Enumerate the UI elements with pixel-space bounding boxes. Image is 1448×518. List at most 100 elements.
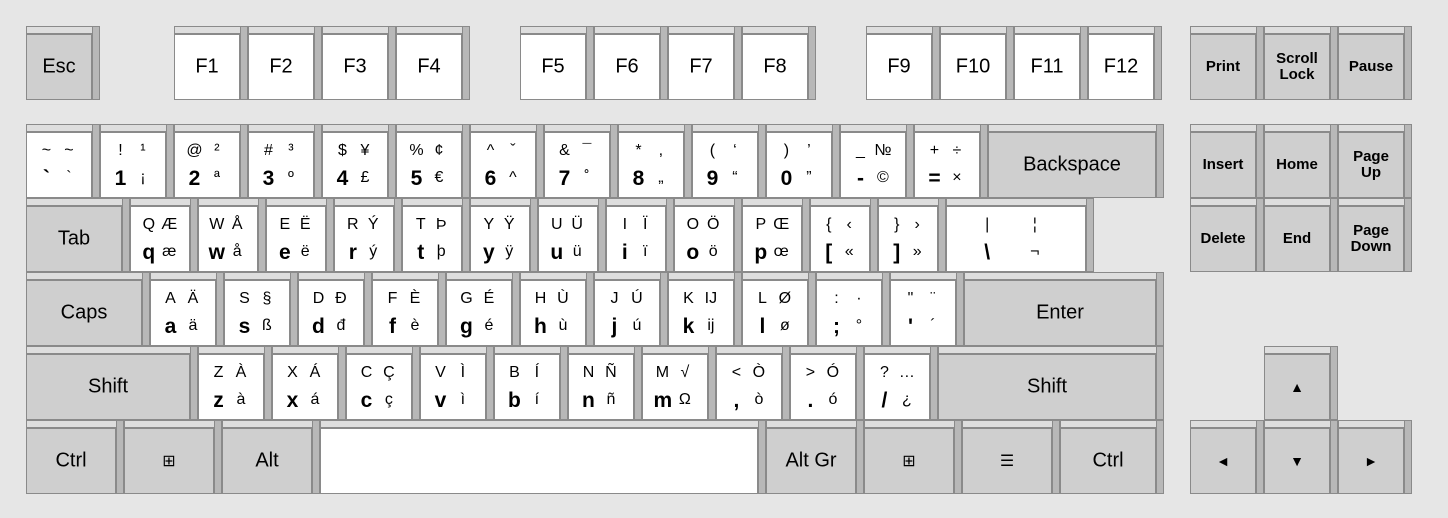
number-row-key[interactable]: _ № - © (840, 124, 914, 198)
base-char: . (807, 389, 814, 412)
f10-key[interactable]: F10 (940, 26, 1014, 100)
f8-key[interactable]: F8 (742, 26, 816, 100)
menu-key[interactable]: ☰ (962, 420, 1060, 494)
space-key[interactable] (320, 420, 766, 494)
number-row-key[interactable]: (‘ 9 “ (692, 124, 766, 198)
shift-row-key[interactable]: BÍbí (494, 346, 568, 420)
home-row-key[interactable]: S § s ß (224, 272, 298, 346)
number-row-key[interactable]: % ¢ 5 € (396, 124, 470, 198)
qwerty-row-key[interactable]: WÅwå (198, 198, 266, 272)
home-row-key[interactable]: JÚjú (594, 272, 668, 346)
delete-key[interactable]: Delete (1190, 198, 1264, 272)
qwerty-row-key[interactable]: UÜuü (538, 198, 606, 272)
number-row-key[interactable]: $ ¥4 £ (322, 124, 396, 198)
arrow-right-key[interactable]: ► (1338, 420, 1412, 494)
shift-row-key[interactable]: < Ò, ò (716, 346, 790, 420)
qwerty-row-key[interactable]: IÏiï (606, 198, 674, 272)
shift-char: H (534, 290, 547, 307)
enter-label: Enter (1036, 301, 1084, 324)
f6-key[interactable]: F6 (594, 26, 668, 100)
scroll-lock-key[interactable]: Scroll Lock (1264, 26, 1338, 100)
page-down-key[interactable]: Page Down (1338, 198, 1412, 272)
qwerty-row-key[interactable]: PŒpœ (742, 198, 810, 272)
f9-key[interactable]: F9 (866, 26, 940, 100)
altgr-shift-char: Ý (367, 216, 379, 233)
number-row-key[interactable]: # ³ 3 º (248, 124, 322, 198)
page-up-key[interactable]: Page Up (1338, 124, 1412, 198)
number-row-key[interactable]: + ÷ = × (914, 124, 988, 198)
qwerty-row-key[interactable]: EËeë (266, 198, 334, 272)
shift-row-key[interactable]: ? … / ¿ (864, 346, 938, 420)
shift-char: ? (880, 364, 889, 381)
base-char: 2 (188, 167, 201, 190)
arrow-up-key[interactable]: ▲ (1264, 346, 1338, 420)
home-row-key[interactable]: HÙhù (520, 272, 594, 346)
alt-gr-key[interactable]: Alt Gr (766, 420, 864, 494)
enter-key[interactable]: Enter (964, 272, 1164, 346)
arrow-left-key[interactable]: ◄ (1190, 420, 1264, 494)
left-ctrl-key[interactable]: Ctrl (26, 420, 124, 494)
qwerty-row-key[interactable]: RÝrý (334, 198, 402, 272)
backspace-key[interactable]: Backspace (988, 124, 1164, 198)
f12-key[interactable]: F12 (1088, 26, 1162, 100)
right-ctrl-key[interactable]: Ctrl (1060, 420, 1164, 494)
pause-key[interactable]: Pause (1338, 26, 1412, 100)
altgr-shift-char: Đ (335, 290, 347, 307)
shift-row-key[interactable]: M √ m Ω (642, 346, 716, 420)
qwerty-row-key[interactable]: | ¦ \ ¬ (946, 198, 1094, 272)
f4-key[interactable]: F4 (396, 26, 470, 100)
shift-row-key[interactable]: VÌvì (420, 346, 494, 420)
f3-key[interactable]: F3 (322, 26, 396, 100)
insert-key[interactable]: Insert (1190, 124, 1264, 198)
qwerty-row-key[interactable]: {‹ [« (810, 198, 878, 272)
home-row-key[interactable]: : ·; ° (816, 272, 890, 346)
shift-row-key[interactable]: NÑnñ (568, 346, 642, 420)
tab-key[interactable]: Tab (26, 198, 130, 272)
qwerty-row-key[interactable]: TÞtþ (402, 198, 470, 272)
base-char: x (286, 389, 299, 412)
altgr-shift-char: Ç (383, 364, 395, 381)
home-key[interactable]: Home (1264, 124, 1338, 198)
f11-key[interactable]: F11 (1014, 26, 1088, 100)
number-row-key[interactable]: *, 8 „ (618, 124, 692, 198)
esc-key[interactable]: Esc (26, 26, 100, 100)
f1-key[interactable]: F1 (174, 26, 248, 100)
arrow-down-key[interactable]: ▼ (1264, 420, 1338, 494)
altgr-char: « (844, 243, 854, 260)
caps-key[interactable]: Caps (26, 272, 150, 346)
number-row-key[interactable]: ) ’ 0 ” (766, 124, 840, 198)
qwerty-row-key[interactable]: QÆqæ (130, 198, 198, 272)
altgr-char: £ (360, 169, 370, 186)
number-row-key[interactable]: ! ¹ 1 ¡ (100, 124, 174, 198)
home-row-key[interactable]: FÈfè (372, 272, 446, 346)
home-row-key[interactable]: GÉgé (446, 272, 520, 346)
base-char: d (312, 315, 325, 338)
qwerty-row-key[interactable]: OÖoö (674, 198, 742, 272)
left-windows-key[interactable]: ⊞ (124, 420, 222, 494)
f7-key[interactable]: F7 (668, 26, 742, 100)
number-row-key[interactable]: & ¯ 7 ˚ (544, 124, 618, 198)
home-row-key[interactable]: " ¨ ' ´ (890, 272, 964, 346)
qwerty-row-key[interactable]: } ›] » (878, 198, 946, 272)
shift-row-key[interactable]: ZÀzà (198, 346, 272, 420)
home-row-key[interactable]: K IJ k ij (668, 272, 742, 346)
left-shift-key[interactable]: Shift (26, 346, 198, 420)
shift-row-key[interactable]: CÇcç (346, 346, 420, 420)
number-row-key[interactable]: ~ ~ ` ` (26, 124, 100, 198)
home-row-key[interactable]: LØlø (742, 272, 816, 346)
print-key[interactable]: Print (1190, 26, 1264, 100)
f2-key[interactable]: F2 (248, 26, 322, 100)
right-shift-key[interactable]: Shift (938, 346, 1164, 420)
shift-row-key[interactable]: XÁxá (272, 346, 346, 420)
left-alt-key[interactable]: Alt (222, 420, 320, 494)
end-key[interactable]: End (1264, 198, 1338, 272)
number-row-key[interactable]: ^ ˇ 6 ^ (470, 124, 544, 198)
f5-key[interactable]: F5 (520, 26, 594, 100)
home-row-key[interactable]: AÄaä (150, 272, 224, 346)
number-row-key[interactable]: @ ² 2 ª (174, 124, 248, 198)
qwerty-row-key[interactable]: YŸyÿ (470, 198, 538, 272)
home-row-key[interactable]: DĐdđ (298, 272, 372, 346)
right-windows-key[interactable]: ⊞ (864, 420, 962, 494)
shift-row-key[interactable]: > Ó. ó (790, 346, 864, 420)
shift-char: N (582, 364, 595, 381)
